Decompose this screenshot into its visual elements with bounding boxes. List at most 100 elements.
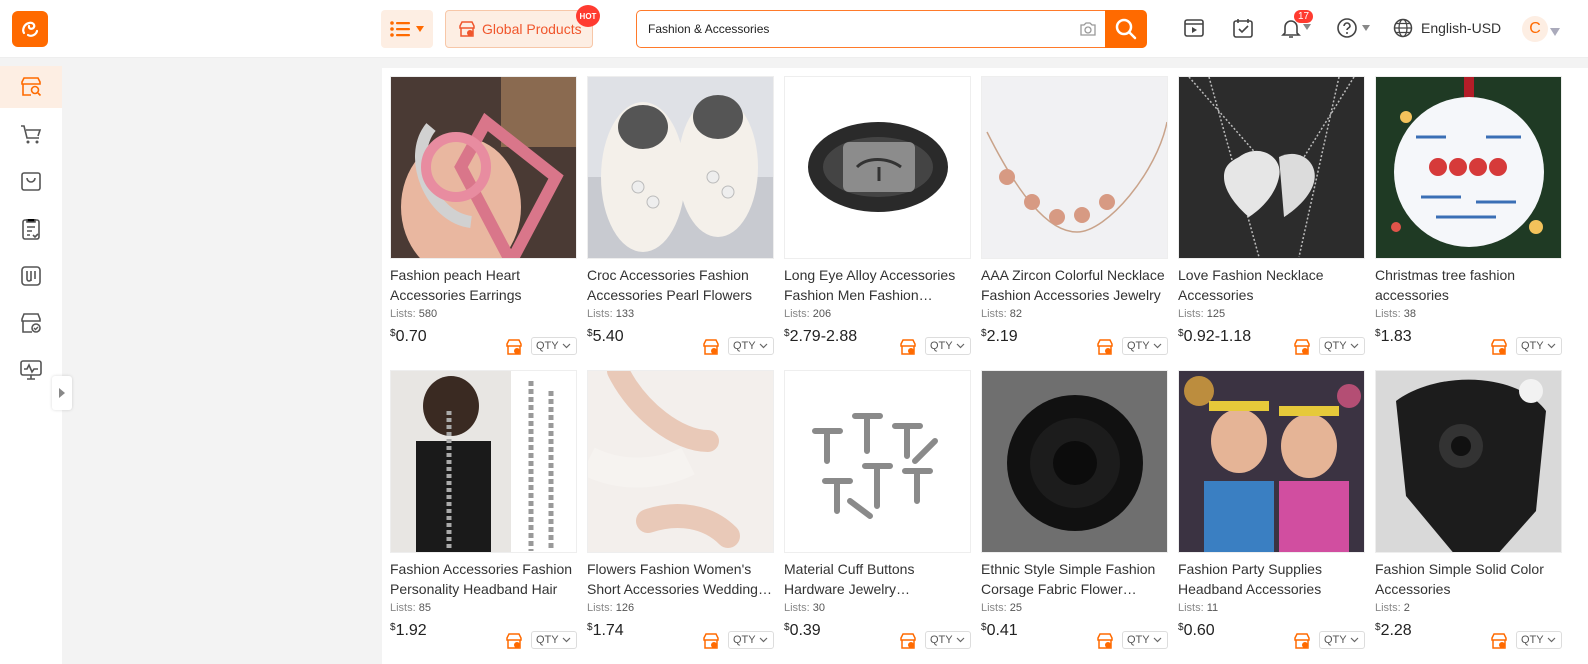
product-title[interactable]: Fashion peach Heart Accessories Earrings: [390, 265, 577, 305]
product-image[interactable]: [1375, 76, 1562, 259]
add-to-store-icon[interactable]: [702, 338, 720, 356]
video-icon[interactable]: [1183, 17, 1205, 39]
qty-select[interactable]: QTY: [925, 631, 971, 649]
qty-select[interactable]: QTY: [1122, 337, 1168, 355]
sidebar-item-sourcing[interactable]: [0, 255, 62, 297]
product-search-icon: [21, 77, 42, 97]
product-card[interactable]: Croc Accessories Fashion Accessories Pea…: [587, 76, 774, 356]
chevron-down-icon: [759, 637, 768, 643]
product-image[interactable]: [981, 76, 1168, 259]
product-card[interactable]: Christmas tree fashion accessories Lists…: [1375, 76, 1562, 356]
product-title[interactable]: Croc Accessories Fashion Accessories Pea…: [587, 265, 774, 305]
qty-select[interactable]: QTY: [925, 337, 971, 355]
language-selector[interactable]: English-USD: [1393, 18, 1501, 38]
avatar-caret-icon: [1550, 28, 1560, 36]
add-to-store-icon[interactable]: [1293, 338, 1311, 356]
cart-icon: [21, 125, 42, 144]
search-button[interactable]: [1105, 10, 1147, 48]
product-card[interactable]: Fashion Accessories Fashion Personality …: [390, 370, 577, 650]
qty-select[interactable]: QTY: [1516, 337, 1562, 355]
add-to-store-icon[interactable]: [1096, 632, 1114, 650]
product-image[interactable]: [1375, 370, 1562, 553]
global-products-label: Global Products: [482, 21, 582, 37]
add-to-store-icon[interactable]: [505, 338, 523, 356]
product-card[interactable]: Fashion Party Supplies Headband Accessor…: [1178, 370, 1365, 650]
product-title[interactable]: Material Cuff Buttons Hardware Jewelry A…: [784, 559, 971, 599]
chevron-down-icon: [562, 343, 571, 349]
chevron-right-icon: [59, 388, 65, 398]
task-check-icon[interactable]: [1232, 17, 1254, 39]
product-image[interactable]: [390, 76, 577, 259]
product-card[interactable]: Fashion Simple Solid Color Accessories L…: [1375, 370, 1562, 650]
add-to-store-icon[interactable]: [1490, 632, 1508, 650]
product-title[interactable]: AAA Zircon Colorful Necklace Fashion Acc…: [981, 265, 1168, 305]
category-menu-button[interactable]: [381, 10, 433, 48]
product-title[interactable]: Fashion Party Supplies Headband Accessor…: [1178, 559, 1365, 599]
qty-select[interactable]: QTY: [1319, 337, 1365, 355]
add-to-store-icon[interactable]: [702, 632, 720, 650]
sidebar-item-store[interactable]: [0, 302, 62, 344]
add-to-store-icon[interactable]: [1293, 632, 1311, 650]
qty-select[interactable]: QTY: [728, 337, 774, 355]
product-card[interactable]: Long Eye Alloy Accessories Fashion Men F…: [784, 76, 971, 356]
global-products-button[interactable]: Global Products HOT: [445, 5, 600, 48]
product-grid-panel: Fashion peach Heart Accessories Earrings…: [382, 68, 1588, 664]
product-title[interactable]: Flowers Fashion Women's Short Accessorie…: [587, 559, 774, 599]
product-card[interactable]: Material Cuff Buttons Hardware Jewelry A…: [784, 370, 971, 650]
search-field[interactable]: [636, 10, 1107, 48]
add-to-store-icon[interactable]: [505, 632, 523, 650]
product-card[interactable]: Fashion peach Heart Accessories Earrings…: [390, 76, 577, 356]
product-title[interactable]: Love Fashion Necklace Accessories: [1178, 265, 1365, 305]
product-image[interactable]: [587, 370, 774, 553]
product-image[interactable]: [587, 76, 774, 259]
sidebar-item-bag[interactable]: [0, 160, 62, 202]
product-title[interactable]: Fashion Accessories Fashion Personality …: [390, 559, 577, 599]
product-title[interactable]: Christmas tree fashion accessories: [1375, 265, 1562, 305]
orders-list-icon: [22, 219, 40, 240]
sidebar-item-orders[interactable]: [0, 208, 62, 250]
sidebar-expand-button[interactable]: [52, 376, 72, 410]
bell-caret-icon: [1303, 24, 1311, 30]
product-image[interactable]: [981, 370, 1168, 553]
sourcing-icon: [21, 266, 41, 286]
sidebar-item-cart[interactable]: [0, 113, 62, 155]
qty-select[interactable]: QTY: [531, 631, 577, 649]
product-price: $0.92-1.18: [1178, 328, 1252, 345]
product-image[interactable]: [1178, 370, 1365, 553]
help-caret-icon: [1362, 25, 1370, 31]
camera-icon[interactable]: [1079, 21, 1097, 37]
add-to-store-icon[interactable]: [899, 632, 917, 650]
product-card[interactable]: AAA Zircon Colorful Necklace Fashion Acc…: [981, 76, 1168, 356]
add-to-store-icon[interactable]: [899, 338, 917, 356]
qty-select[interactable]: QTY: [1122, 631, 1168, 649]
product-image[interactable]: [390, 370, 577, 553]
product-image[interactable]: [784, 370, 971, 553]
product-title[interactable]: Fashion Simple Solid Color Accessories: [1375, 559, 1562, 599]
logo-icon[interactable]: [12, 11, 48, 47]
add-to-store-icon[interactable]: [1490, 338, 1508, 356]
qty-select[interactable]: QTY: [1319, 631, 1365, 649]
product-image[interactable]: [784, 76, 971, 259]
sidebar-item-product-search[interactable]: [0, 66, 62, 108]
product-card[interactable]: Love Fashion Necklace Accessories Lists:…: [1178, 76, 1365, 356]
product-card[interactable]: Flowers Fashion Women's Short Accessorie…: [587, 370, 774, 650]
product-title[interactable]: Ethnic Style Simple Fashion Corsage Fabr…: [981, 559, 1168, 599]
product-lists: Lists: 126: [587, 602, 635, 614]
qty-select[interactable]: QTY: [1516, 631, 1562, 649]
qty-select[interactable]: QTY: [728, 631, 774, 649]
add-to-store-icon[interactable]: [1096, 338, 1114, 356]
help-icon[interactable]: [1336, 17, 1358, 39]
product-price: $0.39: [784, 622, 821, 639]
search-input[interactable]: [648, 22, 1048, 36]
avatar[interactable]: C: [1522, 16, 1548, 42]
language-label: English-USD: [1421, 20, 1502, 36]
product-grid: Fashion peach Heart Accessories Earrings…: [390, 76, 1562, 650]
product-lists: Lists: 38: [1375, 308, 1416, 320]
product-image[interactable]: [1178, 76, 1365, 259]
qty-select[interactable]: QTY: [531, 337, 577, 355]
product-title[interactable]: Long Eye Alloy Accessories Fashion Men F…: [784, 265, 971, 305]
hot-badge: HOT: [576, 5, 600, 27]
product-lists: Lists: 82: [981, 308, 1022, 320]
product-card[interactable]: Ethnic Style Simple Fashion Corsage Fabr…: [981, 370, 1168, 650]
product-price: $2.28: [1375, 622, 1412, 639]
